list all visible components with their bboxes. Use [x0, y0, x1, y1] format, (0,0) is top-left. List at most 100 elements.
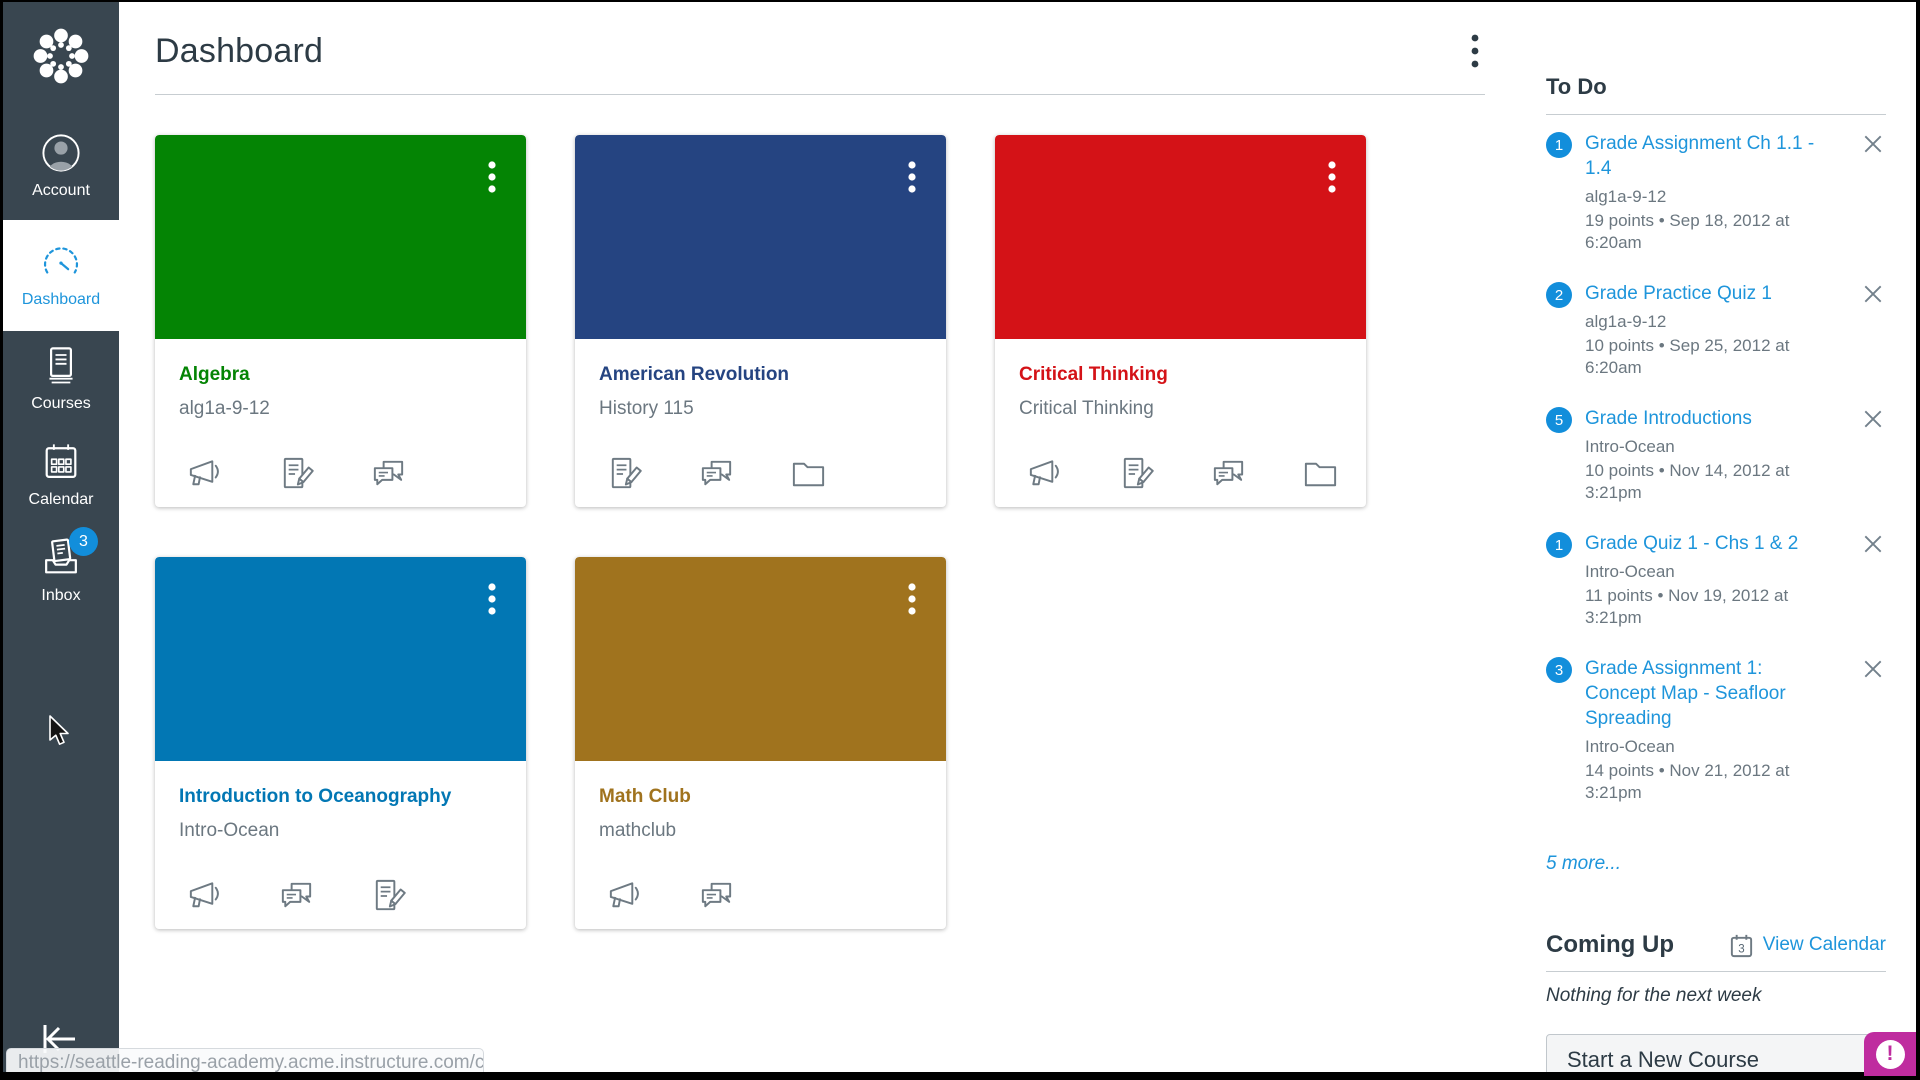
todo-item-meta: 10 points • Sep 25, 2012 at 6:20am: [1585, 335, 1823, 379]
course-card-intro-oceanography[interactable]: Introduction to Oceanography Intro-Ocean: [155, 557, 526, 929]
announcement-icon[interactable]: [185, 455, 224, 494]
page-title: Dashboard: [155, 32, 323, 71]
exclamation-icon: !: [1876, 1040, 1905, 1069]
course-card-subtitle: Critical Thinking: [1019, 398, 1342, 420]
todo-item-meta: 14 points • Nov 21, 2012 at 3:21pm: [1585, 760, 1823, 804]
discussions-icon[interactable]: [1209, 455, 1248, 494]
dismiss-todo-close-icon[interactable]: [1860, 406, 1886, 432]
sidebar-item-calendar[interactable]: Calendar: [3, 427, 119, 523]
todo-count-badge: 1: [1546, 532, 1572, 558]
todo-item-course: alg1a-9-12: [1585, 187, 1823, 207]
todo-item-link[interactable]: Grade Introductions: [1585, 406, 1823, 431]
browser-viewport: Account Dashboard: [3, 2, 1916, 1072]
todo-item: 1 Grade Quiz 1 - Chs 1 & 2 Intro-Ocean 1…: [1546, 531, 1886, 629]
course-card-american-revolution[interactable]: American Revolution History 115: [575, 135, 946, 507]
mini-calendar-icon: 3: [1728, 932, 1755, 959]
course-card-title[interactable]: American Revolution: [599, 363, 922, 387]
course-card-subtitle: mathclub: [599, 820, 922, 842]
todo-count-badge: 1: [1546, 132, 1572, 158]
discussions-icon[interactable]: [369, 455, 408, 494]
header-divider: [155, 94, 1485, 95]
todo-more-link[interactable]: 5 more...: [1546, 853, 1621, 875]
dashboard-options-kebab-icon[interactable]: [1461, 28, 1489, 74]
sidebar-item-courses[interactable]: Courses: [3, 331, 119, 427]
todo-count-badge: 2: [1546, 282, 1572, 308]
course-card-quick-links: [185, 877, 408, 916]
todo-item-course: Intro-Ocean: [1585, 737, 1823, 757]
todo-divider: [1546, 114, 1886, 115]
sidebar-item-account[interactable]: Account: [3, 118, 119, 214]
card-options-kebab-icon[interactable]: [900, 157, 924, 197]
course-card-subtitle: History 115: [599, 398, 922, 420]
todo-item-meta: 10 points • Nov 14, 2012 at 3:21pm: [1585, 460, 1823, 504]
course-card-math-club[interactable]: Math Club mathclub: [575, 557, 946, 929]
assignments-icon[interactable]: [605, 455, 644, 494]
sidebar-item-label: Courses: [31, 395, 91, 413]
course-card-color-header: [155, 135, 526, 339]
discussions-icon[interactable]: [697, 455, 736, 494]
course-card-algebra[interactable]: Algebra alg1a-9-12: [155, 135, 526, 507]
dismiss-todo-close-icon[interactable]: [1860, 531, 1886, 557]
course-card-quick-links: [605, 455, 828, 494]
course-card-quick-links: [185, 455, 408, 494]
todo-heading: To Do: [1546, 74, 1886, 100]
course-card-color-header: [575, 135, 946, 339]
todo-item: 1 Grade Assignment Ch 1.1 - 1.4 alg1a-9-…: [1546, 131, 1886, 254]
course-card-title[interactable]: Critical Thinking: [1019, 363, 1342, 387]
coming-up-empty-message: Nothing for the next week: [1546, 985, 1886, 1007]
course-card-subtitle: alg1a-9-12: [179, 398, 502, 420]
dashboard-main-content: Dashboard Algebra: [119, 2, 1549, 1072]
sidebar-item-label: Inbox: [41, 587, 80, 605]
files-icon[interactable]: [789, 455, 828, 494]
course-card-title[interactable]: Introduction to Oceanography: [179, 785, 502, 809]
todo-count-badge: 3: [1546, 657, 1572, 683]
discussions-icon[interactable]: [697, 877, 736, 916]
start-new-course-button[interactable]: Start a New Course: [1546, 1034, 1886, 1072]
assignments-icon[interactable]: [369, 877, 408, 916]
inbox-unread-badge: 3: [69, 527, 98, 556]
sidebar-item-inbox[interactable]: 3 Inbox: [3, 523, 119, 619]
course-card-color-header: [995, 135, 1366, 339]
browser-status-url: https://seattle-reading-academy.acme.ins…: [6, 1048, 484, 1072]
todo-item-course: alg1a-9-12: [1585, 312, 1823, 332]
todo-item-course: Intro-Ocean: [1585, 562, 1823, 582]
course-card-color-header: [575, 557, 946, 761]
card-options-kebab-icon[interactable]: [900, 579, 924, 619]
course-card-quick-links: [605, 877, 736, 916]
announcement-icon[interactable]: [605, 877, 644, 916]
sidebar-item-label: Account: [32, 182, 90, 200]
book-icon: [39, 344, 83, 388]
coming-up-divider: [1546, 971, 1886, 972]
coming-up-heading: Coming Up: [1546, 931, 1674, 959]
coming-up-section: Coming Up 3 View Calendar Nothing for th…: [1546, 931, 1886, 1007]
card-options-kebab-icon[interactable]: [480, 579, 504, 619]
discussions-icon[interactable]: [277, 877, 316, 916]
sidebar-item-dashboard[interactable]: Dashboard: [3, 220, 119, 331]
todo-item-link[interactable]: Grade Practice Quiz 1: [1585, 281, 1823, 306]
canvas-logo[interactable]: [23, 18, 99, 94]
todo-item-link[interactable]: Grade Assignment Ch 1.1 - 1.4: [1585, 131, 1823, 181]
course-card-subtitle: Intro-Ocean: [179, 820, 502, 842]
assignments-icon[interactable]: [1117, 455, 1156, 494]
announcement-icon[interactable]: [1025, 455, 1064, 494]
card-options-kebab-icon[interactable]: [480, 157, 504, 197]
course-card-quick-links: [1025, 455, 1340, 494]
course-card-title[interactable]: Algebra: [179, 363, 502, 387]
announcement-icon[interactable]: [185, 877, 224, 916]
todo-item-course: Intro-Ocean: [1585, 437, 1823, 457]
course-card-critical-thinking[interactable]: Critical Thinking Critical Thinking: [995, 135, 1366, 507]
todo-item: 3 Grade Assignment 1: Concept Map - Seaf…: [1546, 656, 1886, 804]
course-card-title[interactable]: Math Club: [599, 785, 922, 809]
help-alert-badge[interactable]: !: [1864, 1032, 1916, 1076]
canvas-dashboard-app: Account Dashboard: [0, 0, 1920, 1080]
card-options-kebab-icon[interactable]: [1320, 157, 1344, 197]
dismiss-todo-close-icon[interactable]: [1860, 656, 1886, 682]
files-icon[interactable]: [1301, 455, 1340, 494]
todo-item-link[interactable]: Grade Assignment 1: Concept Map - Seaflo…: [1585, 656, 1823, 731]
todo-item-link[interactable]: Grade Quiz 1 - Chs 1 & 2: [1585, 531, 1823, 556]
dismiss-todo-close-icon[interactable]: [1860, 281, 1886, 307]
dismiss-todo-close-icon[interactable]: [1860, 131, 1886, 157]
assignments-icon[interactable]: [277, 455, 316, 494]
inbox-icon: 3: [39, 536, 83, 580]
view-calendar-link[interactable]: 3 View Calendar: [1728, 932, 1886, 959]
